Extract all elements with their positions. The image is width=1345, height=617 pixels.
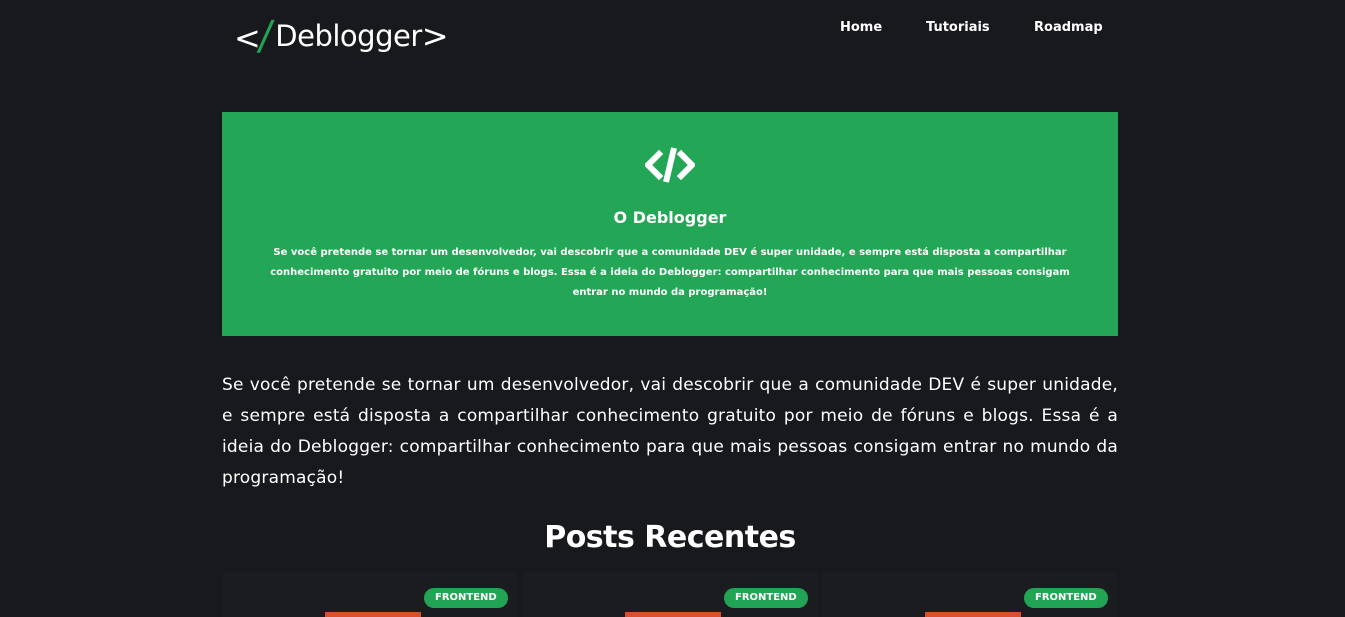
recent-posts-title: Posts Recentes [544,520,796,555]
hero-description: Se você pretende se tornar um desenvolve… [270,247,1070,298]
post-thumbnail [325,612,421,617]
intro-paragraph: Se você pretende se tornar um desenvolve… [222,375,1118,488]
code-brackets-icon [645,147,695,183]
logo-text: Deblogger [275,18,422,53]
post-card[interactable]: FRONTEND [222,572,518,617]
post-thumbnail [625,612,721,617]
page: </ Deblogger > Home Tutoriais Roadmap O … [0,0,1345,617]
category-badge: FRONTEND [1024,588,1108,608]
logo-close: > [421,17,449,55]
post-card[interactable]: FRONTEND [822,572,1118,617]
logo-open: </ [234,13,276,59]
hero-title: O Deblogger [613,208,727,227]
post-thumbnail [925,612,1021,617]
nav-link-roadmap[interactable]: Roadmap [1034,20,1103,35]
category-badge: FRONTEND [424,588,508,608]
post-card[interactable]: FRONTEND [522,572,818,617]
nav-link-tutoriais[interactable]: Tutoriais [926,20,990,35]
nav-link-home[interactable]: Home [840,20,882,35]
hero-banner: O Deblogger Se você pretende se tornar u… [222,112,1118,336]
category-badge: FRONTEND [724,588,808,608]
logo-link[interactable]: </ Deblogger > [234,13,449,59]
